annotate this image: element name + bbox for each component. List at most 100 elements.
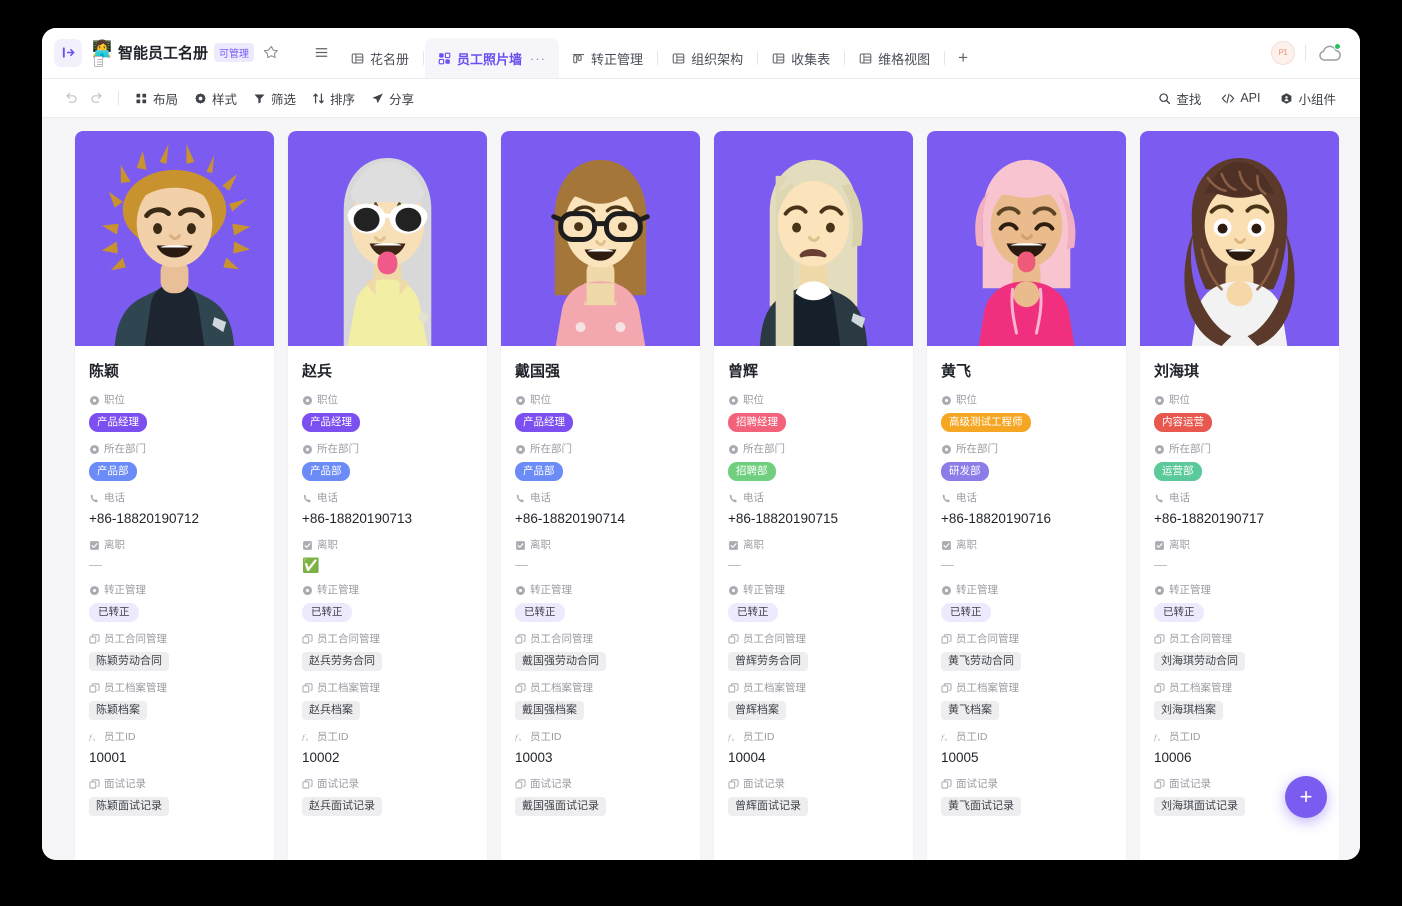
undo-button[interactable]: [58, 87, 84, 109]
field-label-interview: 面试记录: [302, 777, 473, 791]
archive-link-chip[interactable]: 戴国强档案: [515, 701, 584, 720]
employee-card[interactable]: 黄飞 职位 高级测试工程师 所在部门 研发部 电话: [927, 131, 1126, 860]
add-view-button[interactable]: +: [946, 38, 980, 78]
field-label-phone: 电话: [941, 491, 1112, 505]
style-button[interactable]: 样式: [186, 85, 245, 112]
field-label-text: 所在部门: [1169, 442, 1211, 456]
interview-link-chip[interactable]: 戴国强面试记录: [515, 797, 606, 816]
field-label-text: 员工合同管理: [956, 632, 1019, 646]
department-chip[interactable]: 运营部: [1154, 462, 1202, 481]
employee-photo[interactable]: [75, 131, 274, 346]
field-label-text: 员工合同管理: [1169, 632, 1232, 646]
position-chip[interactable]: 产品经理: [89, 413, 147, 432]
filter-button[interactable]: 筛选: [245, 85, 304, 112]
field-regularization: 转正管理 已转正: [302, 583, 473, 622]
regularization-chip[interactable]: 已转正: [89, 603, 139, 622]
sort-button[interactable]: 排序: [304, 85, 363, 112]
employee-photo[interactable]: [288, 131, 487, 346]
archive-link-chip[interactable]: 刘海琪档案: [1154, 701, 1223, 720]
regularization-chip[interactable]: 已转正: [302, 603, 352, 622]
tab-zuzhijiagou[interactable]: 组织架构: [659, 38, 756, 78]
field-label-department: 所在部门: [941, 442, 1112, 456]
interview-link-chip[interactable]: 赵兵面试记录: [302, 797, 382, 816]
department-chip[interactable]: 产品部: [302, 462, 350, 481]
contract-link-chip[interactable]: 赵兵劳务合同: [302, 652, 382, 671]
tab-more-button[interactable]: ···: [530, 51, 546, 66]
phone-value: +86-18820190716: [941, 510, 1112, 528]
sidebar-toggle-button[interactable]: [54, 39, 82, 67]
tab-huamingce[interactable]: 花名册: [338, 38, 422, 78]
department-chip[interactable]: 研发部: [941, 462, 989, 481]
employee-photo[interactable]: [714, 131, 913, 346]
employee-name: 黄飞: [941, 360, 1112, 381]
link-icon: [89, 779, 100, 790]
field-label-regularization: 转正管理: [89, 583, 260, 597]
position-chip[interactable]: 高级测试工程师: [941, 413, 1031, 432]
interview-link-chip[interactable]: 陈颖面试记录: [89, 797, 169, 816]
tab-list-menu-button[interactable]: [304, 28, 338, 78]
search-button[interactable]: 查找: [1150, 85, 1209, 112]
employee-card[interactable]: 陈颖 职位 产品经理 所在部门 产品部 电话: [75, 131, 274, 860]
field-label-department: 所在部门: [89, 442, 260, 456]
api-button[interactable]: API: [1213, 87, 1268, 109]
divider: [1305, 45, 1306, 61]
filter-icon: [253, 92, 266, 105]
regularization-chip[interactable]: 已转正: [728, 603, 778, 622]
add-record-button[interactable]: +: [1285, 776, 1327, 818]
tab-yuangongzhaopianqiang[interactable]: 员工照片墙 ···: [425, 38, 559, 78]
layout-button[interactable]: 布局: [127, 85, 186, 112]
contract-link-chip[interactable]: 曾辉劳务合同: [728, 652, 808, 671]
select-icon: [941, 444, 952, 455]
tab-label: 收集表: [791, 49, 830, 68]
position-chip[interactable]: 产品经理: [302, 413, 360, 432]
interview-link-chip[interactable]: 刘海琪面试记录: [1154, 797, 1245, 816]
position-chip[interactable]: 招聘经理: [728, 413, 786, 432]
redo-button[interactable]: [84, 87, 110, 109]
widget-button[interactable]: 小组件: [1272, 85, 1344, 112]
regularization-chip[interactable]: 已转正: [941, 603, 991, 622]
permission-badge: 可管理: [214, 43, 254, 62]
interview-link-chip[interactable]: 黄飞面试记录: [941, 797, 1021, 816]
favorite-star-button[interactable]: [260, 42, 282, 64]
regularization-chip[interactable]: 已转正: [515, 603, 565, 622]
tab-shoujibiao[interactable]: 收集表: [759, 38, 843, 78]
contract-link-chip[interactable]: 陈颖劳动合同: [89, 652, 169, 671]
field-label-contract: 员工合同管理: [515, 632, 686, 646]
contract-link-chip[interactable]: 黄飞劳动合同: [941, 652, 1021, 671]
department-chip[interactable]: 产品部: [515, 462, 563, 481]
employee-photo[interactable]: [927, 131, 1126, 346]
employee-card[interactable]: 戴国强 职位 产品经理 所在部门 产品部 电话: [501, 131, 700, 860]
table-icon: [859, 52, 872, 65]
tab-zhuanzhengguanli[interactable]: 转正管理: [559, 38, 656, 78]
screen-backdrop: 👩‍💻 智能员工名册 可管理: [0, 0, 1402, 906]
regularization-chip[interactable]: 已转正: [1154, 603, 1204, 622]
employee-name: 戴国强: [515, 360, 686, 381]
top-bar: 👩‍💻 智能员工名册 可管理: [42, 28, 1360, 79]
user-avatar[interactable]: P1: [1271, 41, 1295, 65]
field-label-department: 所在部门: [1154, 442, 1325, 456]
position-chip[interactable]: 产品经理: [515, 413, 573, 432]
employee-card[interactable]: 曾辉 职位 招聘经理 所在部门 招聘部 电话: [714, 131, 913, 860]
department-chip[interactable]: 招聘部: [728, 462, 776, 481]
interview-link-chip[interactable]: 曾辉面试记录: [728, 797, 808, 816]
contract-link-chip[interactable]: 刘海琪劳动合同: [1154, 652, 1245, 671]
contract-link-chip[interactable]: 戴国强劳动合同: [515, 652, 606, 671]
cloud-sync-button[interactable]: [1316, 42, 1344, 64]
share-button[interactable]: 分享: [363, 85, 422, 112]
employee-card[interactable]: 赵兵 职位 产品经理 所在部门 产品部 电话: [288, 131, 487, 860]
archive-link-chip[interactable]: 陈颖档案: [89, 701, 147, 720]
archive-link-chip[interactable]: 曾辉档案: [728, 701, 786, 720]
layout-icon: [135, 92, 148, 105]
archive-link-chip[interactable]: 黄飞档案: [941, 701, 999, 720]
employee-photo[interactable]: [501, 131, 700, 346]
employee-photo[interactable]: [1140, 131, 1339, 346]
document-title-group[interactable]: 👩‍💻 智能员工名册 可管理: [92, 42, 254, 64]
position-chip[interactable]: 内容运营: [1154, 413, 1212, 432]
field-label-employee-id: fx 员工ID: [515, 730, 686, 744]
tab-weigeshitu[interactable]: 维格视图: [846, 38, 943, 78]
employee-card[interactable]: 刘海琪 职位 内容运营 所在部门 运营部 电话: [1140, 131, 1339, 860]
field-department: 所在部门 招聘部: [728, 442, 899, 481]
topbar-right-group: P1: [1271, 41, 1360, 65]
archive-link-chip[interactable]: 赵兵档案: [302, 701, 360, 720]
department-chip[interactable]: 产品部: [89, 462, 137, 481]
